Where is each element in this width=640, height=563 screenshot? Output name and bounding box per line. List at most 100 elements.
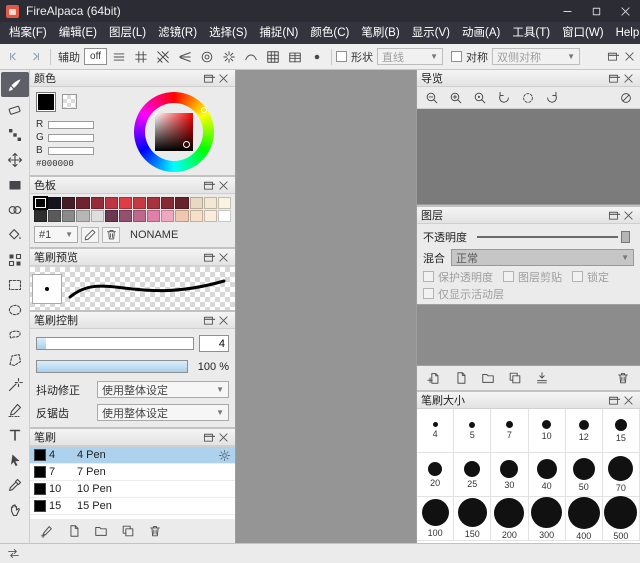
zoom-in-button[interactable] <box>445 87 466 108</box>
minimize-button[interactable] <box>553 0 582 22</box>
close-button[interactable] <box>611 0 640 22</box>
palette-swatch[interactable] <box>161 197 174 209</box>
palette-swatch[interactable] <box>161 210 174 222</box>
color-wheel[interactable] <box>134 92 214 172</box>
float-panel-button[interactable] <box>606 393 621 408</box>
brush-size-30[interactable]: 30 <box>491 453 528 497</box>
primary-color-swatch[interactable] <box>36 92 56 112</box>
palette-swatch[interactable] <box>34 197 47 209</box>
menu-item-snap[interactable]: 捕捉(N) <box>253 22 304 44</box>
palette-swatch[interactable] <box>204 197 217 209</box>
brush-size-200[interactable]: 200 <box>491 497 528 541</box>
add-8bit-layer-button[interactable] <box>452 369 470 387</box>
float-panel-button[interactable] <box>201 313 216 328</box>
duplicate-layer-button[interactable] <box>506 369 524 387</box>
zoom-out-button[interactable] <box>421 87 442 108</box>
brush-item-7[interactable]: 77 Pen <box>30 464 235 481</box>
palette-swatch[interactable] <box>62 197 75 209</box>
menu-item-tools[interactable]: 工具(T) <box>506 22 556 44</box>
secondary-color-swatch[interactable] <box>62 94 77 109</box>
palette-swatch[interactable] <box>119 197 132 209</box>
shape-select[interactable]: 直线▼ <box>377 48 443 65</box>
tool-lasso[interactable] <box>1 322 29 347</box>
rotate-off-button[interactable] <box>615 87 636 108</box>
snap-radial-button[interactable] <box>218 46 239 67</box>
menu-item-file[interactable]: 档案(F) <box>3 22 53 44</box>
swap-arrows-icon[interactable] <box>6 546 21 561</box>
tool-move[interactable] <box>1 147 29 172</box>
palette-panel-header[interactable]: 色板 <box>30 177 235 194</box>
palette-swatch[interactable] <box>175 210 188 222</box>
palette-swatch[interactable] <box>91 210 104 222</box>
menu-item-select[interactable]: 选择(S) <box>203 22 253 44</box>
green-slider[interactable] <box>48 134 94 142</box>
symmetry-checkbox[interactable] <box>451 51 462 62</box>
snap-curve-button[interactable] <box>240 46 261 67</box>
palette-swatch[interactable] <box>190 197 203 209</box>
palette-swatch[interactable] <box>147 197 160 209</box>
menu-item-help[interactable]: Help <box>610 22 640 44</box>
snap-parallel-button[interactable] <box>108 46 129 67</box>
brush-item-15[interactable]: 1515 Pen <box>30 498 235 515</box>
tool-brush[interactable] <box>1 72 29 97</box>
lock-checkbox[interactable] <box>572 271 583 282</box>
snap-table-button[interactable] <box>284 46 305 67</box>
brush-size-20[interactable]: 20 <box>417 453 454 497</box>
tool-magic-wand[interactable] <box>1 372 29 397</box>
show-active-only-checkbox[interactable] <box>423 288 434 299</box>
snap-diagonal-button[interactable] <box>152 46 173 67</box>
brush-size-100[interactable]: 100 <box>417 497 454 541</box>
menu-item-layer[interactable]: 图层(L) <box>103 22 152 44</box>
tool-eyedropper[interactable] <box>1 472 29 497</box>
brush-opacity-slider[interactable] <box>36 360 188 373</box>
tool-select-rect[interactable] <box>1 272 29 297</box>
antialias-select[interactable]: 使用整体设定▼ <box>97 404 229 421</box>
brush-size-7[interactable]: 7 <box>491 409 528 453</box>
palette-swatch[interactable] <box>91 197 104 209</box>
palette-swatch[interactable] <box>48 210 61 222</box>
palette-swatch[interactable] <box>62 210 75 222</box>
navigator-view[interactable] <box>417 109 640 205</box>
palette-swatch[interactable] <box>105 210 118 222</box>
add-brush-folder-button[interactable] <box>92 522 110 540</box>
brush-size-300[interactable]: 300 <box>529 497 566 541</box>
snap-cross-button[interactable] <box>130 46 151 67</box>
snap-vanishing-point-button[interactable] <box>174 46 195 67</box>
tool-select-pen[interactable] <box>1 397 29 422</box>
close-panel-button[interactable] <box>216 178 231 193</box>
brush-size-70[interactable]: 70 <box>603 453 640 497</box>
tool-pattern[interactable] <box>1 247 29 272</box>
close-panel-button[interactable] <box>621 71 636 86</box>
brush-size-500[interactable]: 500 <box>603 497 640 541</box>
layer-panel-header[interactable]: 图层 <box>417 207 640 224</box>
tool-select-ellipse[interactable] <box>1 297 29 322</box>
palette-swatch[interactable] <box>190 210 203 222</box>
tool-text[interactable] <box>1 422 29 447</box>
brush-item-10[interactable]: 1010 Pen <box>30 481 235 498</box>
close-panel-button[interactable] <box>216 71 231 86</box>
tool-hand[interactable] <box>1 497 29 522</box>
navigator-panel-header[interactable]: 导览 <box>417 70 640 87</box>
titlebar[interactable]: FireAlpaca (64bit) <box>0 0 640 22</box>
protect-alpha-checkbox[interactable] <box>423 271 434 282</box>
float-panel-button[interactable] <box>606 71 621 86</box>
brush-size-50[interactable]: 50 <box>566 453 603 497</box>
brush-preview-panel-header[interactable]: 笔刷预览 <box>30 249 235 266</box>
tool-fill[interactable] <box>1 172 29 197</box>
brush-size-panel-header[interactable]: 笔刷大小 <box>417 392 640 409</box>
canvas[interactable] <box>236 70 416 543</box>
brush-size-400[interactable]: 400 <box>566 497 603 541</box>
rotate-right-button[interactable] <box>541 87 562 108</box>
tool-dot[interactable] <box>1 122 29 147</box>
close-panel-button[interactable] <box>216 250 231 265</box>
palette-swatch[interactable] <box>34 210 47 222</box>
menu-item-brush[interactable]: 笔刷(B) <box>355 22 405 44</box>
menu-item-color[interactable]: 颜色(C) <box>304 22 355 44</box>
float-panel-button[interactable] <box>201 430 216 445</box>
float-toolbar-button[interactable] <box>605 49 620 64</box>
palette-swatch[interactable] <box>76 197 89 209</box>
delete-brush-button[interactable] <box>146 522 164 540</box>
menu-item-window[interactable]: 窗口(W) <box>556 22 610 44</box>
blend-mode-select[interactable]: 正常▼ <box>451 249 634 266</box>
assist-off-button[interactable]: off <box>84 48 107 65</box>
